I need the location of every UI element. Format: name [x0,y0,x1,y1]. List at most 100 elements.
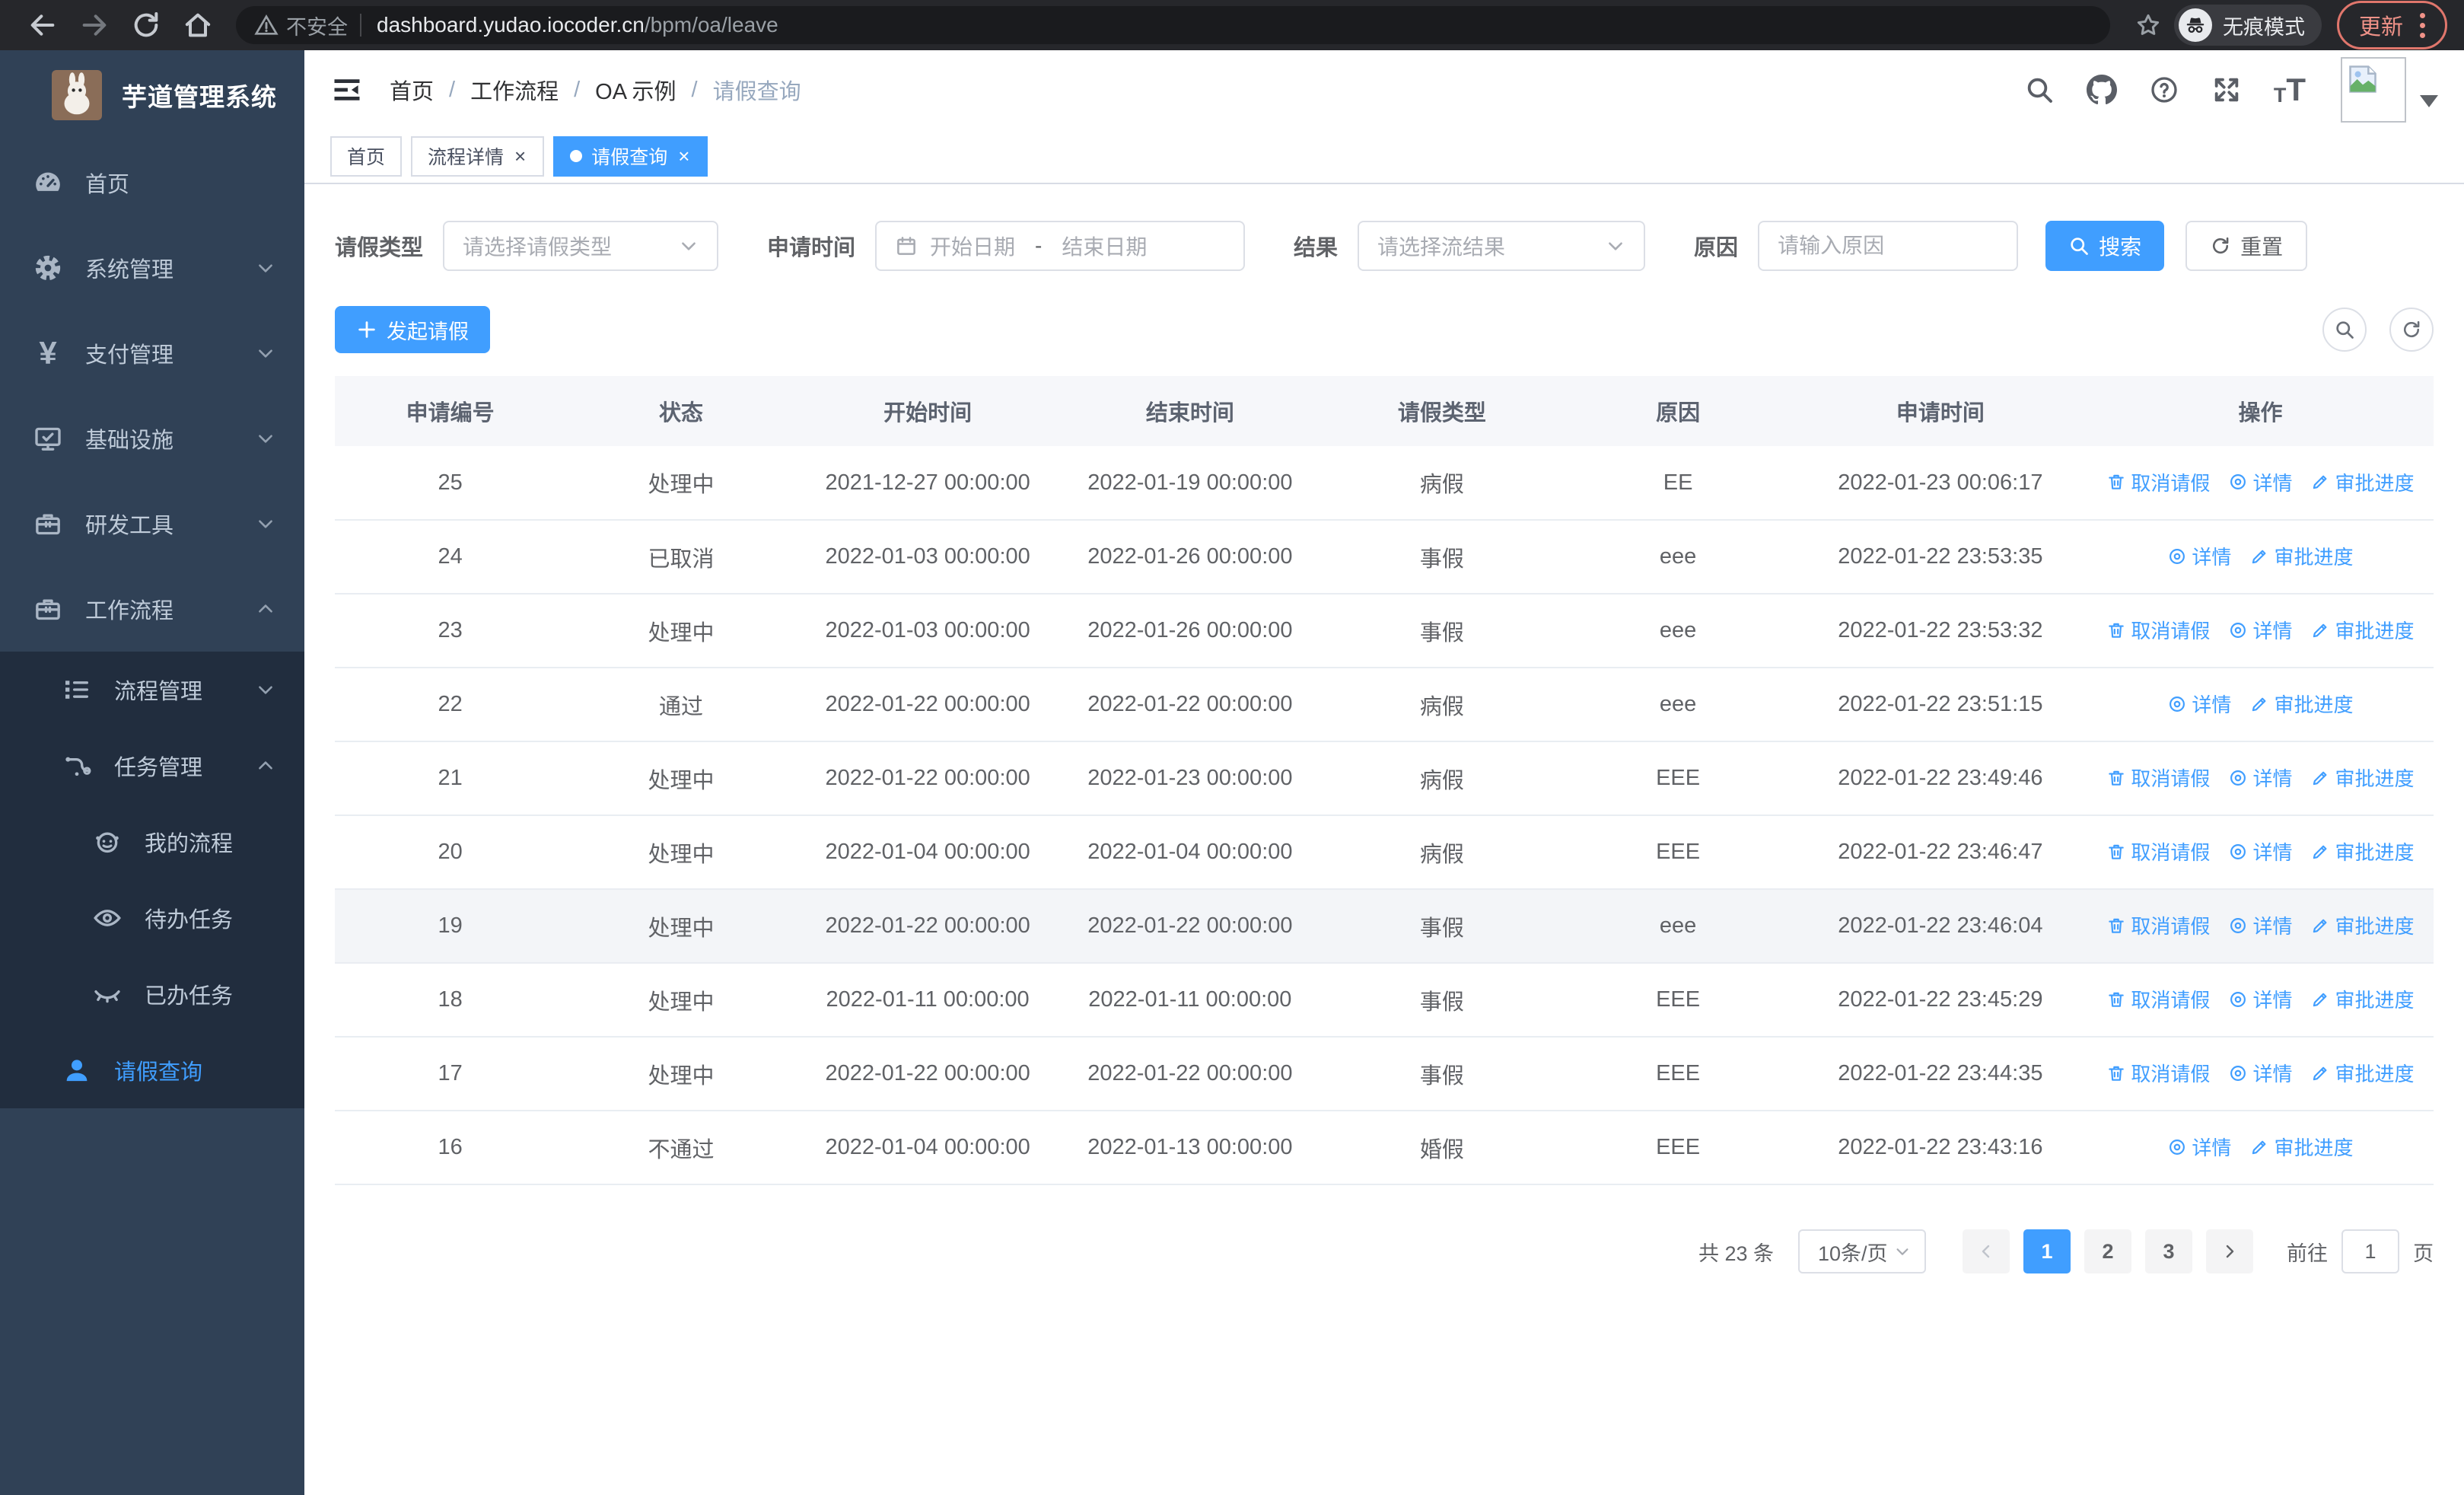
next-page-button[interactable] [2206,1229,2253,1273]
header-search-icon[interactable] [2024,75,2055,105]
action-detail[interactable]: 详情 [2167,690,2231,718]
action-progress[interactable]: 审批进度 [2249,690,2353,718]
action-detail[interactable]: 详情 [2228,985,2292,1013]
toggle-search-button[interactable] [2322,308,2367,352]
tab-首页[interactable]: 首页 [330,135,403,177]
action-detail[interactable]: 详情 [2167,1133,2231,1161]
reset-button[interactable]: 重置 [2185,221,2308,271]
tab-请假查询[interactable]: 请假查询 × [553,135,708,177]
page-size-select[interactable]: 10条/页 [1798,1229,1926,1273]
page-button-1[interactable]: 1 [2023,1229,2071,1273]
apply-time-range-picker[interactable]: 开始日期 - 结束日期 [875,221,1246,271]
action-cancel[interactable]: 取消请假 [2106,763,2210,792]
cell-id: 17 [335,1037,566,1111]
action-cancel[interactable]: 取消请假 [2106,911,2210,939]
avatar[interactable] [2341,57,2406,123]
create-leave-button[interactable]: 发起请假 [335,306,490,353]
action-progress[interactable]: 审批进度 [2249,542,2353,570]
action-progress[interactable]: 审批进度 [2310,1059,2414,1087]
table-row: 21 处理中 2022-01-22 00:00:00 2022-01-23 00:00… [335,741,2434,816]
search-button[interactable]: 搜索 [2045,221,2165,271]
action-detail[interactable]: 详情 [2167,542,2231,570]
action-progress[interactable]: 审批进度 [2249,1133,2353,1161]
action-progress[interactable]: 审批进度 [2310,911,2414,939]
action-detail[interactable]: 详情 [2228,616,2292,644]
browser-update-button[interactable]: 更新 [2336,1,2447,49]
sidebar-item-已办任务[interactable]: 已办任务 [0,956,304,1032]
action-progress[interactable]: 审批进度 [2310,616,2414,644]
sidebar-item-我的流程[interactable]: 我的流程 [0,804,304,880]
cell-type: 病假 [1321,815,1563,890]
action-detail[interactable]: 详情 [2228,468,2292,496]
cell-reason: eee [1562,594,1794,668]
page-button-3[interactable]: 3 [2145,1229,2192,1273]
goto-page-input[interactable] [2341,1229,2399,1273]
sidebar-item-基础设施[interactable]: 基础设施 [0,396,304,481]
action-cancel[interactable]: 取消请假 [2106,616,2210,644]
breadcrumb-workflow[interactable]: 工作流程 [470,74,559,106]
action-cancel[interactable]: 取消请假 [2106,985,2210,1013]
result-select[interactable]: 请选择流结果 [1358,221,1646,271]
action-cancel[interactable]: 取消请假 [2106,468,2210,496]
sidebar-item-系统管理[interactable]: 系统管理 [0,225,304,311]
close-icon[interactable]: × [676,146,691,166]
browser-toolbar: 不安全 dashboard.yudao.iocoder.cn/bpm/oa/le… [0,0,2464,50]
action-progress[interactable]: 审批进度 [2310,468,2414,496]
table-row: 24 已取消 2022-01-03 00:00:00 2022-01-26 00:00… [335,520,2434,594]
fullscreen-icon[interactable] [2211,75,2242,105]
sidebar-item-支付管理[interactable]: ¥ 支付管理 [0,311,304,396]
prev-page-button[interactable] [1963,1229,2010,1273]
back-icon[interactable] [27,10,58,40]
tab-label: 首页 [347,147,386,168]
sidebar-item-流程管理[interactable]: 流程管理 [0,652,304,728]
bookmark-star-icon[interactable] [2135,11,2162,39]
action-detail[interactable]: 详情 [2228,1059,2292,1087]
address-bar[interactable]: 不安全 dashboard.yudao.iocoder.cn/bpm/oa/le… [236,6,2110,44]
sidebar-collapse-icon[interactable] [330,73,364,107]
breadcrumb-separator: / [574,77,581,102]
sidebar-item-首页[interactable]: 首页 [0,140,304,225]
action-detail[interactable]: 详情 [2228,911,2292,939]
breadcrumb-oa[interactable]: OA 示例 [595,74,676,106]
sidebar-item-工作流程[interactable]: 工作流程 [0,566,304,652]
app-logo-row[interactable]: 芋道管理系统 [0,50,304,140]
not-secure-icon[interactable] [254,13,279,37]
goto-suffix: 页 [2413,1242,2434,1265]
sidebar-item-研发工具[interactable]: 研发工具 [0,481,304,566]
cell-reason: EEE [1562,815,1794,890]
action-progress[interactable]: 审批进度 [2310,763,2414,792]
forward-icon[interactable] [79,10,110,40]
close-icon[interactable]: × [513,146,527,166]
cell-type: 病假 [1321,668,1563,742]
github-icon[interactable] [2087,75,2117,105]
reload-icon[interactable] [131,10,161,40]
cell-end: 2022-01-22 00:00:00 [1059,1037,1322,1111]
home-icon[interactable] [183,10,213,40]
sidebar-item-待办任务[interactable]: 待办任务 [0,880,304,956]
reason-input[interactable] [1758,221,2019,271]
tab-流程详情[interactable]: 流程详情 × [411,135,545,177]
browser-menu-icon[interactable] [2420,12,2425,38]
sidebar-item-请假查询[interactable]: 请假查询 [0,1032,304,1108]
action-progress[interactable]: 审批进度 [2310,985,2414,1013]
cell-actions: 取消请假 详情 审批进度 [2087,815,2434,890]
page-button-2[interactable]: 2 [2084,1229,2131,1273]
action-cancel[interactable]: 取消请假 [2106,1059,2210,1087]
dashboard-icon [32,167,64,199]
app-logo [52,70,102,120]
help-icon[interactable] [2149,75,2179,105]
refresh-table-button[interactable] [2389,308,2434,352]
leave-type-select[interactable]: 请选择请假类型 [443,221,719,271]
action-cancel[interactable]: 取消请假 [2106,837,2210,865]
action-detail[interactable]: 详情 [2228,763,2292,792]
avatar-caret-icon[interactable] [2420,95,2438,107]
breadcrumb-home[interactable]: 首页 [390,74,434,106]
font-size-icon[interactable]: TT [2274,74,2306,106]
cell-id: 16 [335,1111,566,1185]
cell-reason: EEE [1562,741,1794,816]
sidebar-item-label: 已办任务 [145,984,234,1009]
gear-icon [32,252,64,284]
action-detail[interactable]: 详情 [2228,837,2292,865]
action-progress[interactable]: 审批进度 [2310,837,2414,865]
sidebar-item-任务管理[interactable]: 任务管理 [0,728,304,804]
